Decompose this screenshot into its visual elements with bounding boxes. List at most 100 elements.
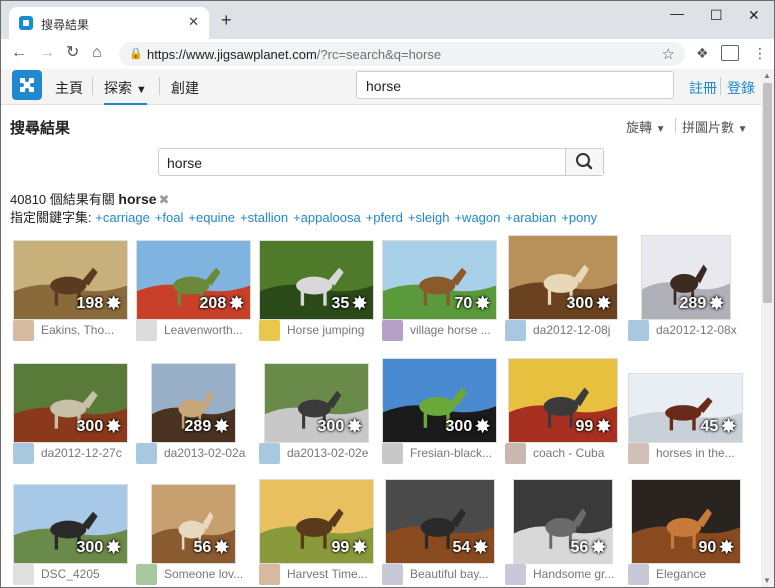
author-avatar[interactable] — [259, 564, 280, 585]
forward-arrow-icon[interactable]: → — [39, 44, 55, 62]
puzzle-thumbnail[interactable]: 300 ✸ — [13, 484, 128, 564]
puzzle-thumbnail[interactable]: 300 ✸ — [264, 363, 369, 443]
puzzle-title[interactable]: Leavenworth... — [164, 323, 243, 337]
clear-query-icon[interactable]: ✖ — [159, 192, 170, 207]
puzzle-thumbnail[interactable]: 289 ✸ — [151, 363, 236, 443]
puzzle-thumbnail[interactable]: 35 ✸ — [259, 240, 374, 320]
keyword-link[interactable]: +wagon — [454, 210, 500, 225]
puzzle-thumbnail[interactable]: 289 ✸ — [641, 235, 731, 320]
author-avatar[interactable] — [382, 564, 403, 585]
author-avatar[interactable] — [505, 443, 526, 464]
jigsawplanet-logo-icon[interactable] — [12, 70, 42, 100]
author-avatar[interactable] — [136, 320, 157, 341]
rotation-filter[interactable]: 旋轉 ▼ — [626, 117, 666, 136]
author-avatar[interactable] — [382, 320, 403, 341]
bookmark-star-icon[interactable]: ☆ — [662, 45, 675, 63]
puzzle-thumbnail[interactable]: 70 ✸ — [382, 240, 497, 320]
puzzle-thumbnail[interactable]: 56 ✸ — [513, 479, 613, 564]
keyword-link[interactable]: +foal — [155, 210, 184, 225]
puzzle-thumbnail[interactable]: 208 ✸ — [136, 240, 251, 320]
keyword-link[interactable]: +carriage — [95, 210, 150, 225]
puzzle-title[interactable]: Someone lov... — [164, 567, 243, 581]
puzzle-thumbnail[interactable]: 300 ✸ — [13, 363, 128, 443]
puzzle-title[interactable]: da2013-02-02e — [287, 446, 368, 460]
tab-close-icon[interactable]: ✕ — [188, 14, 199, 30]
register-link[interactable]: 註冊 — [689, 78, 717, 98]
author-avatar[interactable] — [628, 564, 649, 585]
puzzle-thumbnail[interactable]: 300 ✸ — [508, 235, 618, 320]
puzzle-title[interactable]: Handsome gr... — [533, 567, 614, 581]
puzzle-thumbnail[interactable]: 198 ✸ — [13, 240, 128, 320]
puzzle-thumbnail[interactable]: 300 ✸ — [382, 358, 497, 443]
puzzle-title[interactable]: da2012-12-27c — [41, 446, 122, 460]
author-avatar[interactable] — [628, 443, 649, 464]
author-avatar[interactable] — [136, 443, 157, 464]
author-avatar[interactable] — [382, 443, 403, 464]
author-avatar[interactable] — [628, 320, 649, 341]
keyword-link[interactable]: +pferd — [366, 210, 403, 225]
nav-home[interactable]: 主頁 — [55, 78, 83, 98]
author-avatar[interactable] — [13, 320, 34, 341]
puzzle-thumbnail[interactable]: 56 ✸ — [151, 484, 236, 564]
piece-count-badge: 300 ✸ — [567, 291, 612, 316]
puzzle-title[interactable]: Horse jumping — [287, 323, 364, 337]
profile-icon[interactable] — [721, 45, 739, 61]
puzzle-title[interactable]: DSC_4205 — [41, 567, 100, 581]
reload-icon[interactable]: ↻ — [66, 44, 79, 62]
maximize-button[interactable]: ☐ — [710, 7, 723, 24]
puzzle-title[interactable]: coach - Cuba — [533, 446, 604, 460]
author-avatar[interactable] — [136, 564, 157, 585]
keyword-link[interactable]: +arabian — [505, 210, 556, 225]
puzzle-title[interactable]: Eakins, Tho... — [41, 323, 114, 337]
puzzle-title[interactable]: Fresian-black... — [410, 446, 492, 460]
keyword-link[interactable]: +appaloosa — [293, 210, 361, 225]
author-avatar[interactable] — [259, 320, 280, 341]
minimize-button[interactable]: — — [670, 5, 684, 21]
page-scrollbar[interactable]: ▲ ▼ — [761, 69, 774, 587]
puzzle-title[interactable]: Harvest Time... — [287, 567, 368, 581]
nav-create[interactable]: 創建 — [171, 78, 199, 98]
piece-count: 45 — [700, 418, 719, 435]
scroll-thumb[interactable] — [763, 83, 772, 303]
puzzle-title[interactable]: da2012-12-08x — [656, 323, 737, 337]
menu-dots-icon[interactable]: ⋮ — [753, 45, 767, 62]
keyword-link[interactable]: +stallion — [240, 210, 288, 225]
scroll-up-icon[interactable]: ▲ — [763, 71, 771, 80]
puzzle-thumbnail[interactable]: 54 ✸ — [385, 479, 495, 564]
author-avatar[interactable] — [505, 320, 526, 341]
scroll-down-icon[interactable]: ▼ — [763, 576, 771, 585]
nav-explore[interactable]: 探索 ▼ — [104, 78, 147, 105]
back-arrow-icon[interactable]: ← — [11, 44, 27, 62]
header-search-input[interactable]: horse — [356, 71, 674, 99]
puzzle-title[interactable]: horses in the... — [656, 446, 735, 460]
puzzle-thumbnail[interactable]: 45 ✸ — [628, 373, 743, 443]
puzzle-thumbnail[interactable]: 90 ✸ — [631, 479, 741, 564]
new-tab-button[interactable]: + — [221, 11, 232, 29]
tab-title: 搜尋結果 — [41, 18, 90, 32]
puzzle-title[interactable]: da2012-12-08j — [533, 323, 610, 337]
keyword-link[interactable]: +equine — [188, 210, 235, 225]
puzzle-title[interactable]: da2013-02-02a — [164, 446, 245, 460]
puzzle-thumbnail[interactable]: 99 ✸ — [508, 358, 618, 443]
author-avatar[interactable] — [13, 443, 34, 464]
close-window-button[interactable]: ✕ — [748, 7, 760, 24]
author-avatar[interactable] — [505, 564, 526, 585]
keyword-link[interactable]: +sleigh — [408, 210, 450, 225]
pieces-filter[interactable]: 拼圖片數 ▼ — [682, 117, 748, 136]
keyword-link[interactable]: +pony — [561, 210, 597, 225]
piece-count-badge: 99 ✸ — [575, 414, 612, 439]
browser-tab[interactable]: 搜尋結果 ✕ — [9, 7, 209, 39]
puzzle-title[interactable]: Beautiful bay... — [410, 567, 489, 581]
login-link[interactable]: 登錄 — [727, 78, 755, 98]
puzzle-title[interactable]: Elegance — [656, 567, 706, 581]
extensions-puzzle-icon[interactable]: ❖ — [696, 45, 709, 62]
search-box[interactable]: horse — [158, 148, 604, 176]
piece-count: 300 — [445, 418, 473, 435]
author-avatar[interactable] — [13, 564, 34, 585]
home-icon[interactable]: ⌂ — [92, 44, 102, 62]
address-bar[interactable]: 🔒 https://www.jigsawplanet.com/?rc=searc… — [119, 42, 685, 66]
search-button[interactable] — [565, 149, 603, 175]
author-avatar[interactable] — [259, 443, 280, 464]
puzzle-thumbnail[interactable]: 99 ✸ — [259, 479, 374, 564]
puzzle-title[interactable]: village horse ... — [410, 323, 491, 337]
